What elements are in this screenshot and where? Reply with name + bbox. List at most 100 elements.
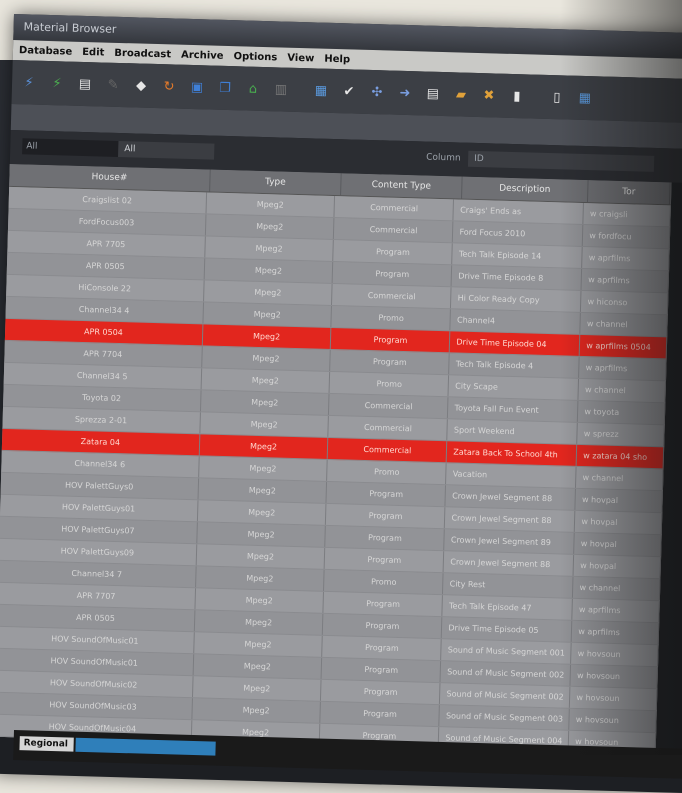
cell-tor: w hovpal <box>575 510 663 535</box>
cell-ctype: Program <box>325 525 446 551</box>
cell-desc: Vacation <box>446 463 577 488</box>
cell-type: Mpeg2 <box>198 456 329 481</box>
class-filter-select[interactable]: All <box>118 140 215 160</box>
document-icon[interactable]: ▤ <box>74 73 97 96</box>
column-label: Column <box>426 152 461 164</box>
menu-edit[interactable]: Edit <box>82 46 105 58</box>
cell-type: Mpeg2 <box>195 588 325 613</box>
cell-ctype: Program <box>322 635 443 661</box>
cell-desc: Zatara Back To School 4th <box>447 441 578 466</box>
cell-ctype: Program <box>320 701 441 727</box>
cell-tor: w craigsli <box>583 202 671 227</box>
cell-ctype: Commercial <box>332 284 452 309</box>
cell-tor: w channel <box>576 466 664 491</box>
column-header-1[interactable]: Type <box>210 169 342 196</box>
tools-icon[interactable]: ✖ <box>478 84 501 107</box>
save-icon[interactable]: ▣ <box>186 76 209 99</box>
cell-ctype: Commercial <box>334 218 454 243</box>
cell-type: Mpeg2 <box>193 632 324 657</box>
cell-ctype: Program <box>323 591 444 617</box>
type-filter-select[interactable]: All <box>22 138 119 157</box>
cell-type: Mpeg2 <box>203 302 333 327</box>
book-icon[interactable]: ▮ <box>506 85 529 108</box>
network-icon[interactable]: ✣ <box>366 81 389 104</box>
cell-tor: w aprfilms <box>572 598 660 623</box>
menu-archive[interactable]: Archive <box>181 49 224 61</box>
copy-icon[interactable]: ❐ <box>214 77 237 100</box>
cell-desc: Sound of Music Segment 003 <box>439 705 571 730</box>
column-header-2[interactable]: Content Type <box>341 173 463 199</box>
column-header-3[interactable]: Description <box>462 176 589 203</box>
cell-ctype: Commercial <box>329 393 449 419</box>
menu-database[interactable]: Database <box>19 45 73 57</box>
cell-tor: w hovsoun <box>571 642 659 667</box>
cell-ctype: Program <box>331 327 451 353</box>
grid-body: Craigslist 02 Mpeg2 Commercial Craigs' Ends… <box>0 186 671 756</box>
cell-type: Mpeg2 <box>202 324 332 349</box>
hammer-icon[interactable]: ✎ <box>102 73 125 96</box>
cell-type: Mpeg2 <box>193 654 323 679</box>
cell-type: Mpeg2 <box>192 698 322 723</box>
menu-options[interactable]: Options <box>233 51 277 63</box>
cell-desc: Hi Color Ready Copy <box>451 287 582 312</box>
cell-ctype: Program <box>333 262 453 287</box>
cell-desc: Drive Time Episode 8 <box>452 265 583 290</box>
tag-icon[interactable]: ◆ <box>130 74 153 97</box>
material-grid: House# Type Content Type Description Tor Cra… <box>0 163 672 756</box>
cell-ctype: Program <box>333 240 454 265</box>
paste-icon[interactable]: ▥ <box>270 78 293 101</box>
cell-tor: w toyota <box>578 400 666 425</box>
cell-tor: w sprezz <box>577 422 665 447</box>
cell-tor: w channel <box>573 576 661 601</box>
cell-type: Mpeg2 <box>192 676 322 701</box>
cell-desc: Crown Jewel Segment 88 <box>444 551 575 576</box>
cell-type: Mpeg2 <box>194 610 324 635</box>
cell-ctype: Program <box>326 503 446 529</box>
cell-tor: w hiconso <box>581 290 669 315</box>
cell-desc: Sound of Music Segment 001 <box>441 639 573 664</box>
grid-icon[interactable]: ▦ <box>574 87 597 110</box>
home-icon[interactable]: ⌂ <box>242 77 265 100</box>
file-icon[interactable]: ▯ <box>546 86 569 109</box>
cell-ctype: Promo <box>329 371 450 397</box>
cell-tor: w hovsoun <box>570 686 658 711</box>
plug-green-icon[interactable]: ⚡ <box>46 72 69 95</box>
regional-tab[interactable]: Regional <box>19 736 74 752</box>
cell-ctype: Commercial <box>328 415 449 441</box>
refresh-icon[interactable]: ↻ <box>158 75 181 98</box>
cell-desc: Ford Focus 2010 <box>453 221 584 246</box>
cell-tor: w zatara 04 sho <box>576 444 665 469</box>
cell-type: Mpeg2 <box>204 236 335 262</box>
page-icon[interactable]: ▤ <box>422 82 445 105</box>
progress-bar <box>75 737 216 756</box>
cell-type: Mpeg2 <box>200 390 330 415</box>
cell-type: Mpeg2 <box>204 258 334 284</box>
menu-help[interactable]: Help <box>324 53 350 65</box>
cell-desc: Crown Jewel Segment 89 <box>444 529 576 554</box>
cell-desc: Crown Jewel Segment 88 <box>445 485 577 510</box>
column-header-4[interactable]: Tor <box>587 180 671 205</box>
cell-tor: w hovsoun <box>569 708 657 733</box>
cell-tor: w aprfilms 0504 <box>580 334 668 359</box>
column-select[interactable]: ID <box>467 150 655 172</box>
cell-ctype: Program <box>326 481 447 507</box>
material-browser-window: Material Browser Database Edit Broadcast Ar… <box>0 14 682 793</box>
cell-ctype: Commercial <box>328 437 448 463</box>
cell-desc: Toyota Fall Fun Event <box>448 397 579 422</box>
cell-type: Mpeg2 <box>201 346 332 371</box>
plug-icon[interactable]: ⚡ <box>18 71 41 94</box>
cell-ctype: Promo <box>331 306 452 331</box>
arrow-icon[interactable]: ➜ <box>394 82 417 105</box>
cell-tor: w aprfilms <box>582 246 670 271</box>
cell-desc: Tech Talk Episode 14 <box>452 243 584 268</box>
menu-view[interactable]: View <box>287 52 314 64</box>
image-icon[interactable]: ▦ <box>310 79 333 102</box>
folder-icon[interactable]: ▰ <box>450 83 473 106</box>
menu-broadcast[interactable]: Broadcast <box>114 47 171 60</box>
check-icon[interactable]: ✔ <box>338 80 361 103</box>
cell-desc: Sound of Music Segment 002 <box>440 661 572 686</box>
cell-desc: Craigs' Ends as <box>453 199 585 224</box>
cell-type: Mpeg2 <box>196 544 326 569</box>
cell-ctype: Promo <box>324 569 444 595</box>
cell-tor: w hovpal <box>573 554 662 579</box>
